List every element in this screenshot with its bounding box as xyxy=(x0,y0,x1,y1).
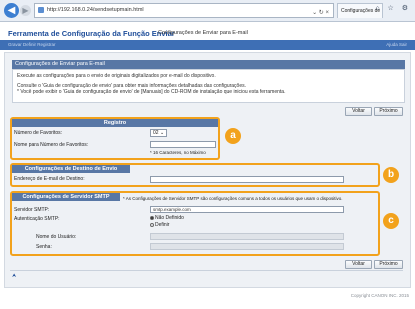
smtp-note: * As Configurações de Servidor SMTP são … xyxy=(123,196,343,201)
address-tools-icon[interactable]: ⌄ ↻ × xyxy=(312,7,329,20)
band-links-right[interactable]: Ajuda Sair xyxy=(386,42,407,47)
header-band: Gravar Definir Registrar Ajuda Sair xyxy=(0,40,415,50)
smtp-user-input xyxy=(150,233,344,240)
destino-group: Configurações de Destino de Envio xyxy=(10,163,380,187)
auth-not-set-radio[interactable]: Não Definido xyxy=(150,215,184,221)
back-button[interactable]: Voltar xyxy=(345,107,372,116)
fav-number-label: Número de Favoritos: xyxy=(14,130,63,136)
radio-selected-icon xyxy=(150,215,154,220)
back-to-top-icon[interactable]: ⮝ xyxy=(12,273,16,279)
app-title: Ferramenta de Configuração da Função Env… xyxy=(8,29,175,38)
page-icon xyxy=(38,7,44,13)
description-box: Execute as configurações para o envio de… xyxy=(12,69,405,103)
smtp-password-input xyxy=(150,243,344,250)
address-bar[interactable]: http://192.168.0.24/sendsetupmain.html ⌄… xyxy=(34,3,334,18)
auth-set-radio[interactable]: Definir xyxy=(150,222,169,228)
email-label: Endereço de E-mail de Destino: xyxy=(14,176,85,182)
band-links[interactable]: Gravar Definir Registrar xyxy=(8,42,56,47)
footer-divider xyxy=(10,270,403,271)
browser-menu-icons[interactable]: ⌂ ☆ ⚙ xyxy=(375,4,411,12)
smtp-server-label: Servidor SMTP: xyxy=(14,207,50,213)
fav-name-hint: * 16 Caracteres, no Máximo xyxy=(150,150,206,155)
smtp-password-label: Senha: xyxy=(36,244,52,250)
forward-arrow-icon[interactable]: ▶ xyxy=(20,5,31,16)
copyright-text: Copyright CANON INC. 2015 xyxy=(350,293,409,298)
description-line: * Você pode exibir o 'Guia de configuraç… xyxy=(17,89,286,95)
callout-b-badge: b xyxy=(383,167,399,183)
callout-a-badge: a xyxy=(225,128,241,144)
chevron-down-icon: ⌄ xyxy=(158,130,165,136)
smtp-auth-label: Autenticação SMTP: xyxy=(14,216,60,222)
auth-option-label: Definir xyxy=(155,222,170,228)
description-line: Execute as configurações para o envio de… xyxy=(17,73,216,79)
back-button-bottom[interactable]: Voltar xyxy=(345,260,372,269)
page-subtitle: Configurações de Enviar para E-mail xyxy=(158,30,248,36)
back-arrow-icon[interactable]: ◀ xyxy=(4,3,19,18)
next-button-bottom[interactable]: Próximo xyxy=(374,260,403,269)
destino-title: Configurações de Destino de Envio xyxy=(12,165,130,173)
browser-toolbar: ◀ ▶ http://192.168.0.24/sendsetupmain.ht… xyxy=(0,0,415,22)
next-button[interactable]: Próximo xyxy=(374,107,403,116)
fav-name-input[interactable] xyxy=(150,141,216,148)
smtp-server-input[interactable]: smtp.example.com xyxy=(150,206,344,213)
fav-number-select[interactable]: 02 ⌄ xyxy=(150,129,167,137)
callout-c-badge: c xyxy=(383,213,399,229)
email-input[interactable] xyxy=(150,176,344,183)
smtp-user-label: Nome do Usuário: xyxy=(36,234,77,240)
page-header: Ferramenta de Configuração da Função Env… xyxy=(0,22,415,52)
radio-unselected-icon xyxy=(150,222,154,227)
auth-option-label: Não Definido xyxy=(155,215,184,221)
smtp-title: Configurações de Servidor SMTP xyxy=(12,193,120,201)
fav-name-label: Nome para Número de Favoritos: xyxy=(14,142,89,148)
address-url: http://192.168.0.24/sendsetupmain.html xyxy=(47,7,144,13)
registro-title: Registro xyxy=(12,119,218,127)
section-title: Configurações de Enviar para E-mail xyxy=(12,60,405,69)
